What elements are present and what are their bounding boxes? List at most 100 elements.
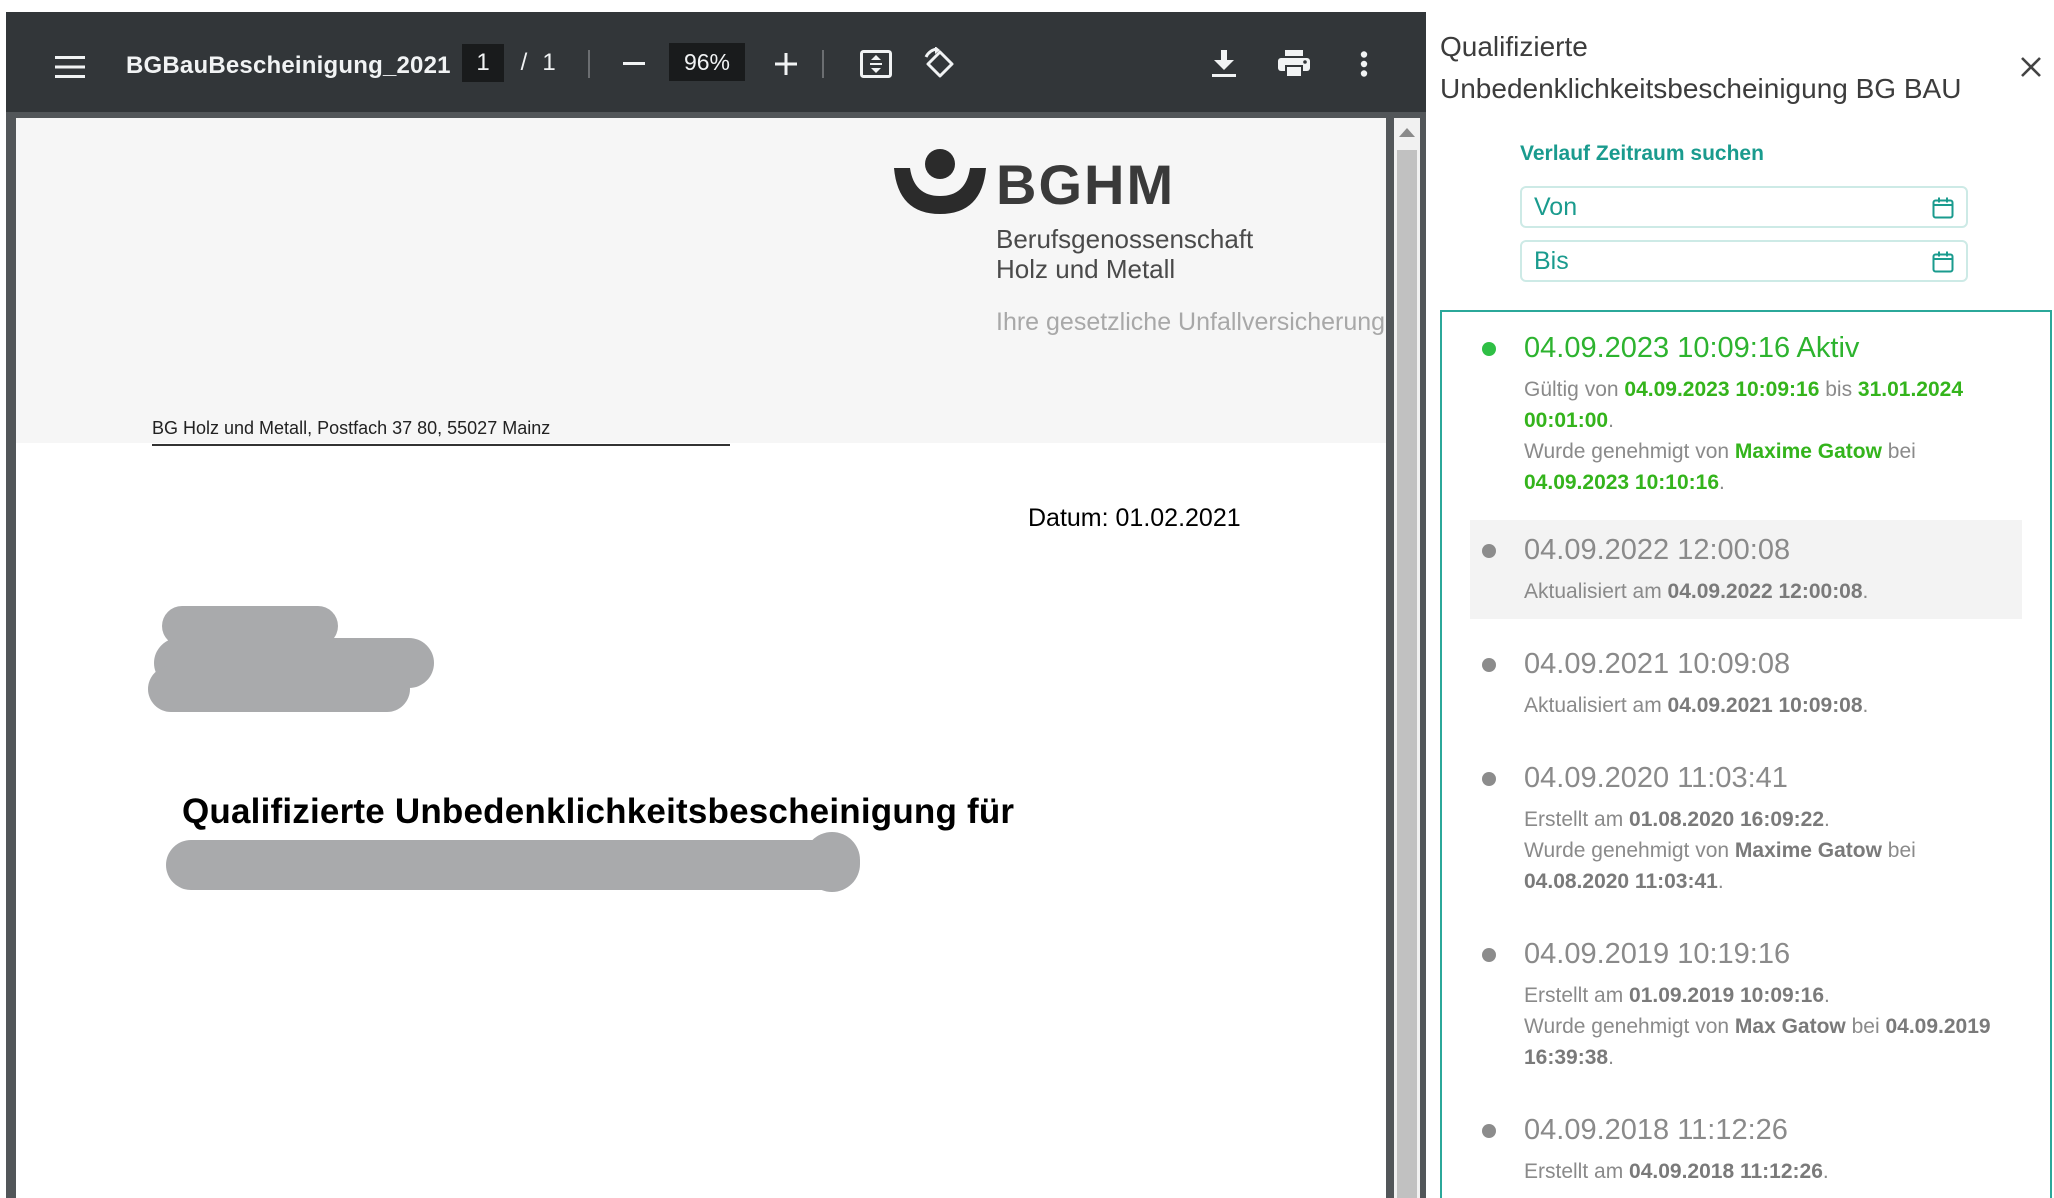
logo-text: BGHM <box>996 153 1176 216</box>
entry-approver: Max Gatow <box>1734 1015 1846 1038</box>
entry-date: 04.09.2022 12:00:08 <box>1524 534 1791 566</box>
entry-text: Wurde genehmigt von <box>1524 839 1735 862</box>
menu-icon[interactable] <box>48 45 92 89</box>
entry-text: bei <box>1881 839 1916 862</box>
entry-created-at: 01.08.2020 16:09:22 <box>1629 808 1825 831</box>
entry-date: 04.09.2021 10:09:08 <box>1524 648 1791 680</box>
redacted-recipient <box>148 666 410 712</box>
entry-date: 04.09.2019 10:19:16 <box>1524 938 1791 970</box>
letterhead <box>16 118 1386 443</box>
bghm-logo-icon <box>894 149 986 214</box>
entry-date: 04.09.2020 11:03:41 <box>1524 762 1788 794</box>
calendar-icon[interactable] <box>1932 197 1954 219</box>
plus-icon <box>775 53 797 75</box>
entry-date: 04.09.2023 10:09:16 Aktiv <box>1524 332 1860 364</box>
zoom-input[interactable]: 96% <box>669 43 745 81</box>
toolbar-divider <box>588 50 590 78</box>
date-from-field[interactable]: Von <box>1520 186 1968 228</box>
pdf-viewer: BGBauBescheinigung_2021 1 / 1 96% BGHM B… <box>0 0 1426 1198</box>
rotate-button[interactable] <box>918 42 962 86</box>
page-separator: / <box>520 49 528 76</box>
entry-text: . <box>1608 1046 1614 1069</box>
entry-text: Erstellt am <box>1524 808 1630 831</box>
history-list: 04.09.2023 10:09:16 Aktiv Gültig von 04.… <box>1440 310 2052 1198</box>
entry-text: . <box>1717 870 1724 893</box>
fit-to-page-button[interactable] <box>854 42 898 86</box>
entry-valid-from: 04.09.2023 10:09:16 <box>1624 378 1820 401</box>
entry-text: . <box>1862 580 1869 603</box>
redacted-company-name <box>166 840 856 890</box>
date-to-field[interactable]: Bis <box>1520 240 1968 282</box>
entry-text: Wurde genehmigt von <box>1524 440 1735 463</box>
pdf-page: BGHM Berufsgenossenschaft Holz und Metal… <box>16 118 1386 1198</box>
entry-text: Gültig von <box>1524 378 1625 401</box>
entry-text: . <box>1824 808 1830 831</box>
toolbar-divider <box>822 50 824 78</box>
logo-subtitle-line1: Berufsgenossenschaft <box>996 224 1254 254</box>
entry-approved-at: 04.09.2019 <box>1885 1015 1991 1038</box>
entry-created-at: 01.09.2019 10:09:16 <box>1629 984 1825 1007</box>
history-entry[interactable]: 04.09.2021 10:09:08 Aktualisiert am 04.0… <box>1470 634 2022 733</box>
entry-text: Wurde genehmigt von <box>1524 1015 1735 1038</box>
history-entry[interactable]: 04.09.2022 12:00:08 Aktualisiert am 04.0… <box>1470 520 2022 619</box>
status-dot <box>1482 658 1496 672</box>
rotate-icon <box>924 47 954 78</box>
sender-underline <box>152 444 730 446</box>
pdf-scrollbar-thumb[interactable] <box>1397 150 1417 1198</box>
entry-approved-at: 04.09.2023 10:10:16 <box>1524 471 1719 494</box>
status-dot <box>1482 544 1496 558</box>
entry-date: 04.09.2018 11:12:26 <box>1524 1114 1788 1146</box>
document-date: Datum: 01.02.2021 <box>1028 504 1241 532</box>
fit-page-icon <box>860 50 892 78</box>
entry-updated-at: 04.09.2021 10:09:08 <box>1667 694 1863 717</box>
entry-text: . <box>1824 984 1830 1007</box>
date-to-placeholder: Bis <box>1534 246 1569 275</box>
close-icon[interactable] <box>2014 50 2048 84</box>
panel-title: Qualifizierte Unbedenklichkeitsbescheini… <box>1440 31 1962 104</box>
entry-valid-to: 31.01.2024 <box>1857 378 1964 401</box>
entry-text: Aktualisiert am <box>1524 580 1668 603</box>
page-total: 1 <box>542 49 556 76</box>
scroll-up-arrow-icon[interactable] <box>1399 128 1415 137</box>
download-icon <box>1212 50 1236 77</box>
pdf-viewer-frame: BGBauBescheinigung_2021 1 / 1 96% BGHM B… <box>6 12 1426 1198</box>
entry-text: bei <box>1845 1015 1886 1038</box>
history-entry[interactable]: 04.09.2020 11:03:41 Erstellt am 01.08.20… <box>1470 748 2022 909</box>
entry-text: bis <box>1819 378 1858 401</box>
minus-icon <box>623 62 645 65</box>
entry-text: . <box>1608 409 1614 432</box>
history-entry[interactable]: 04.09.2019 10:19:16 Erstellt am 01.09.20… <box>1470 924 2022 1085</box>
status-dot <box>1482 1124 1496 1138</box>
download-button[interactable] <box>1202 42 1246 86</box>
history-entry[interactable]: 04.09.2018 11:12:26 Erstellt am 04.09.20… <box>1470 1100 2022 1198</box>
logo-subtitle-line2: Holz und Metall <box>996 254 1176 284</box>
entry-text: . <box>1719 471 1725 494</box>
entry-text: Erstellt am <box>1524 984 1630 1007</box>
calendar-icon[interactable] <box>1932 251 1954 273</box>
zoom-in-button[interactable] <box>764 42 808 86</box>
document-title: BGBauBescheinigung_2021 <box>126 52 451 79</box>
search-period-label: Verlauf Zeitraum suchen <box>1520 142 1764 165</box>
entry-approved-at: 04.08.2020 11:03:41 <box>1524 870 1718 893</box>
entry-approver: Maxime Gatow <box>1734 839 1882 862</box>
more-options-icon[interactable] <box>1342 42 1386 86</box>
history-entry-active[interactable]: 04.09.2023 10:09:16 Aktiv Gültig von 04.… <box>1470 318 2022 510</box>
date-from-placeholder: Von <box>1534 192 1578 221</box>
logo-tagline: Ihre gesetzliche Unfallversicherung <box>996 308 1386 336</box>
history-panel: Qualifizierte Unbedenklichkeitsbescheini… <box>1426 0 2054 1198</box>
page-number-input[interactable]: 1 <box>462 44 504 82</box>
redacted-company-name <box>804 832 860 892</box>
entry-text: . <box>1862 694 1869 717</box>
entry-approved-time: 16:39:38 <box>1524 1046 1609 1069</box>
pdf-toolbar: BGBauBescheinigung_2021 1 / 1 96% <box>6 12 1426 112</box>
entry-text: Erstellt am <box>1524 1160 1630 1183</box>
sender-address: BG Holz und Metall, Postfach 37 80, 5502… <box>152 418 551 438</box>
entry-approver: Maxime Gatow <box>1734 440 1882 463</box>
print-button[interactable] <box>1272 42 1316 86</box>
document-heading: Qualifizierte Unbedenklichkeitsbescheini… <box>182 792 1015 831</box>
entry-text: . <box>1822 1160 1829 1183</box>
entry-valid-to-time: 00:01:00 <box>1524 409 1609 432</box>
entry-text: bei <box>1881 440 1916 463</box>
zoom-out-button[interactable] <box>612 42 656 86</box>
status-dot <box>1482 948 1496 962</box>
